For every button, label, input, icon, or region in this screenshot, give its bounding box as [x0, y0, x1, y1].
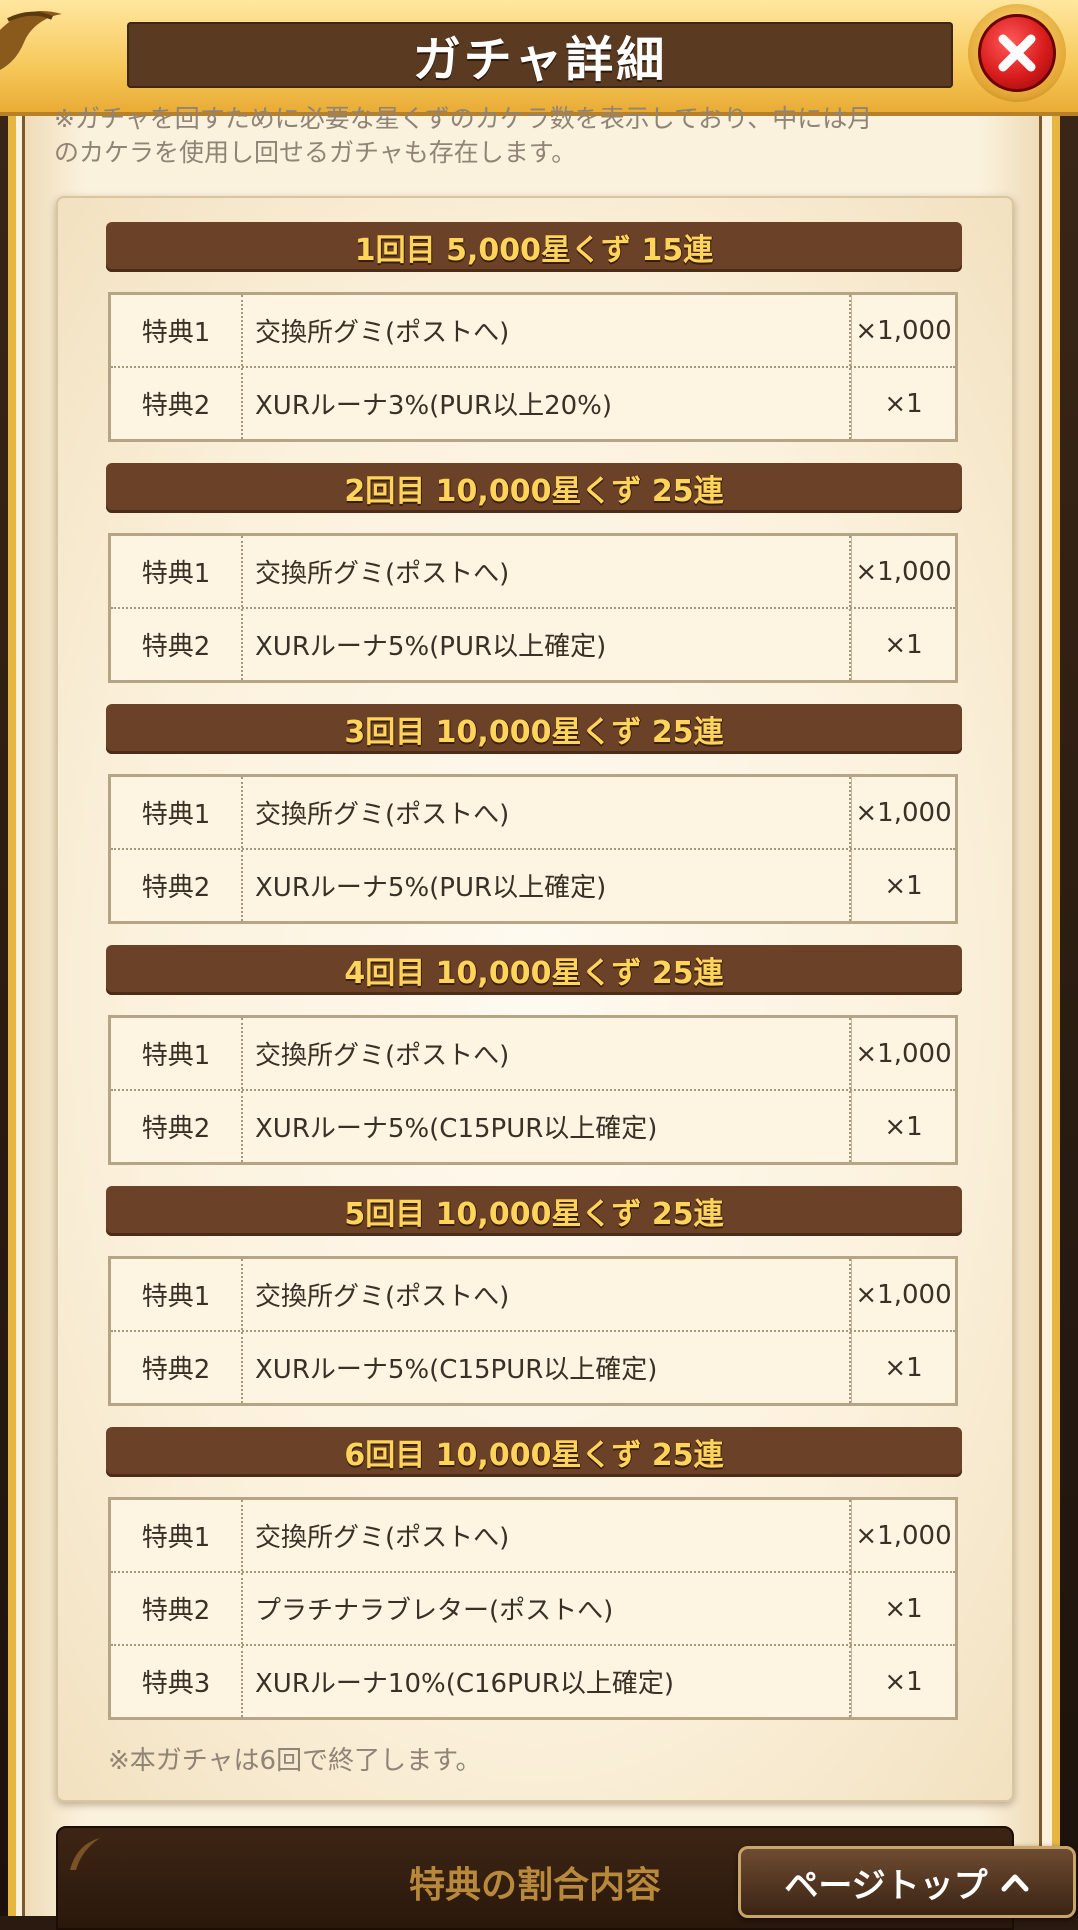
bonus-item: 交換所グミ(ポストへ) — [243, 536, 851, 607]
bonus-item: XURルーナ5%(C15PUR以上確定) — [243, 1332, 851, 1403]
table-row: 特典2 XURルーナ5%(PUR以上確定) ×1 — [111, 607, 955, 680]
table-row: 特典2 XURルーナ5%(C15PUR以上確定) ×1 — [111, 1330, 955, 1403]
bonus-quantity: ×1 — [851, 1091, 955, 1162]
table-row: 特典1 交換所グミ(ポストへ) ×1,000 — [111, 1500, 955, 1571]
bonus-quantity: ×1 — [851, 1573, 955, 1644]
bonus-quantity: ×1,000 — [851, 1259, 955, 1330]
section-title: 1回目 5,000星くず 15連 — [354, 233, 714, 268]
bonus-label: 特典2 — [111, 368, 243, 439]
bonus-quantity: ×1,000 — [851, 1018, 955, 1089]
bonus-table: 特典1 交換所グミ(ポストへ) ×1,000 特典2 XURルーナ5%(PUR以… — [108, 774, 958, 924]
notice-line-1: ※ガチャを回すために必要な星くずのカケラ数を表示しており、中には月 — [54, 104, 873, 133]
notice-line-2: のカケラを使用し回せるガチャも存在します。 — [54, 138, 577, 167]
bonus-label: 特典1 — [111, 1259, 243, 1330]
close-icon — [978, 14, 1056, 92]
notice-text: ※ガチャを回すために必要な星くずのカケラ数を表示しており、中には月 のカケラを使… — [54, 104, 1004, 170]
bonus-label: 特典2 — [111, 1332, 243, 1403]
bonus-label: 特典2 — [111, 850, 243, 921]
section-header: 4回目 10,000星くず 25連 — [106, 945, 962, 995]
bonus-table: 特典1 交換所グミ(ポストへ) ×1,000 特典2 XURルーナ5%(C15P… — [108, 1256, 958, 1406]
dialog-header: ガチャ詳細 — [0, 0, 1078, 116]
bonus-item: XURルーナ5%(PUR以上確定) — [243, 609, 851, 680]
bonus-quantity: ×1,000 — [851, 295, 955, 366]
section-header: 1回目 5,000星くず 15連 — [106, 222, 962, 272]
bonus-quantity: ×1,000 — [851, 536, 955, 607]
bonus-item: 交換所グミ(ポストへ) — [243, 1259, 851, 1330]
section-title: 5回目 10,000星くず 25連 — [344, 1197, 724, 1232]
bonus-item: プラチナラブレター(ポストへ) — [243, 1573, 851, 1644]
bonus-item: XURルーナ5%(C15PUR以上確定) — [243, 1091, 851, 1162]
bonus-label: 特典3 — [111, 1646, 243, 1717]
page-top-button[interactable]: ページトップ — [738, 1846, 1076, 1918]
bonus-item: 交換所グミ(ポストへ) — [243, 1018, 851, 1089]
page-top-label: ページトップ — [784, 1865, 988, 1906]
end-note: ※本ガチャは6回で終了します。 — [108, 1746, 482, 1776]
table-row: 特典2 XURルーナ5%(C15PUR以上確定) ×1 — [111, 1089, 955, 1162]
section-title: 4回目 10,000星くず 25連 — [344, 956, 724, 991]
section-header: 6回目 10,000星くず 25連 — [106, 1427, 962, 1477]
table-row: 特典2 プラチナラブレター(ポストへ) ×1 — [111, 1571, 955, 1644]
bonus-item: 交換所グミ(ポストへ) — [243, 295, 851, 366]
bonus-label: 特典1 — [111, 1018, 243, 1089]
bonus-label: 特典2 — [111, 1091, 243, 1162]
table-row: 特典2 XURルーナ5%(PUR以上確定) ×1 — [111, 848, 955, 921]
bonus-quantity: ×1 — [851, 1332, 955, 1403]
bonus-label: 特典2 — [111, 1573, 243, 1644]
bonus-quantity: ×1 — [851, 368, 955, 439]
close-button[interactable] — [968, 4, 1066, 102]
page-title: ガチャ詳細 — [412, 32, 668, 88]
corner-ornament-icon — [0, 11, 62, 70]
bonus-label: 特典1 — [111, 295, 243, 366]
title-plate: ガチャ詳細 — [127, 22, 953, 88]
bonus-table: 特典1 交換所グミ(ポストへ) ×1,000 特典2 プラチナラブレター(ポスト… — [108, 1497, 958, 1720]
table-row: 特典1 交換所グミ(ポストへ) ×1,000 — [111, 1259, 955, 1330]
bonus-label: 特典1 — [111, 536, 243, 607]
bonus-quantity: ×1,000 — [851, 777, 955, 848]
chevron-up-icon — [1001, 1874, 1029, 1892]
section-header: 2回目 10,000星くず 25連 — [106, 463, 962, 513]
bonus-item: 交換所グミ(ポストへ) — [243, 1500, 851, 1571]
section-title: 6回目 10,000星くず 25連 — [344, 1438, 724, 1473]
bonus-quantity: ×1,000 — [851, 1500, 955, 1571]
bonus-quantity: ×1 — [851, 609, 955, 680]
bonus-quantity: ×1 — [851, 850, 955, 921]
table-row: 特典1 交換所グミ(ポストへ) ×1,000 — [111, 1018, 955, 1089]
section-header: 5回目 10,000星くず 25連 — [106, 1186, 962, 1236]
bonus-item: XURルーナ10%(C16PUR以上確定) — [243, 1646, 851, 1717]
bonus-label: 特典1 — [111, 1500, 243, 1571]
bonus-item: 交換所グミ(ポストへ) — [243, 777, 851, 848]
section-title: 2回目 10,000星くず 25連 — [344, 474, 724, 509]
section-title: 3回目 10,000星くず 25連 — [344, 715, 724, 750]
bonus-table: 特典1 交換所グミ(ポストへ) ×1,000 特典2 XURルーナ3%(PUR以… — [108, 292, 958, 442]
bonus-table: 特典1 交換所グミ(ポストへ) ×1,000 特典2 XURルーナ5%(PUR以… — [108, 533, 958, 683]
bonus-label: 特典2 — [111, 609, 243, 680]
bonus-label: 特典1 — [111, 777, 243, 848]
bonus-item: XURルーナ5%(PUR以上確定) — [243, 850, 851, 921]
table-row: 特典3 XURルーナ10%(C16PUR以上確定) ×1 — [111, 1644, 955, 1717]
table-row: 特典1 交換所グミ(ポストへ) ×1,000 — [111, 777, 955, 848]
bonus-quantity: ×1 — [851, 1646, 955, 1717]
bonus-item: XURルーナ3%(PUR以上20%) — [243, 368, 851, 439]
table-row: 特典1 交換所グミ(ポストへ) ×1,000 — [111, 536, 955, 607]
bonus-table: 特典1 交換所グミ(ポストへ) ×1,000 特典2 XURルーナ5%(C15P… — [108, 1015, 958, 1165]
table-row: 特典2 XURルーナ3%(PUR以上20%) ×1 — [111, 366, 955, 439]
section-header: 3回目 10,000星くず 25連 — [106, 704, 962, 754]
table-row: 特典1 交換所グミ(ポストへ) ×1,000 — [111, 295, 955, 366]
